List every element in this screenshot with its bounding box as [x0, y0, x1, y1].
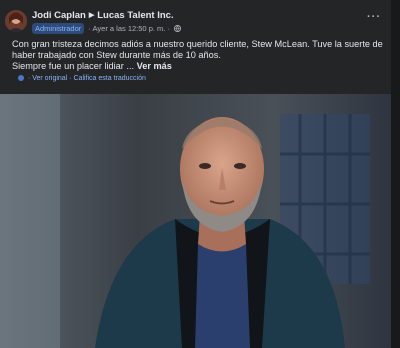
post-card: Jodi Caplan ▶ Lucas Talent Inc. Administra… [0, 0, 400, 348]
globe-icon [174, 25, 182, 34]
author-line: Jodi Caplan ▶ Lucas Talent Inc. [32, 10, 174, 21]
meta-line: Administrador · Ayer a las 12:50 p. m. · [32, 23, 182, 34]
rate-translation-link[interactable]: Califica esta traducción [74, 75, 146, 82]
author-avatar[interactable] [5, 10, 27, 32]
post-timestamp[interactable]: · Ayer a las 12:50 p. m. · [88, 24, 170, 33]
translate-icon [18, 75, 24, 81]
group-name[interactable]: Lucas Talent Inc. [97, 10, 173, 21]
more-options-button[interactable]: ··· [366, 11, 382, 25]
post-photo[interactable] [0, 94, 391, 348]
post-body-snippet: Siempre fue un placer lidiar ... [12, 61, 135, 71]
view-original-link[interactable]: Ver original [32, 75, 67, 82]
author-name[interactable]: Jodi Caplan [32, 10, 86, 21]
admin-badge: Administrador [32, 23, 85, 34]
see-more-link[interactable]: Ver más [137, 61, 172, 71]
translation-bar: · Ver original · Califica esta traducció… [18, 75, 146, 82]
more-icon: ··· [367, 11, 381, 23]
post-body-line: Con gran tristeza decimos adiós a nuestr… [12, 39, 383, 60]
post-body-line-2: Siempre fue un placer lidiar ... Ver más [12, 61, 392, 72]
caret-right-icon: ▶ [88, 12, 95, 19]
right-gutter [391, 0, 400, 348]
post-text: Con gran tristeza decimos adiós a nuestr… [12, 39, 392, 72]
post-header: Jodi Caplan ▶ Lucas Talent Inc. Administra… [0, 0, 400, 40]
